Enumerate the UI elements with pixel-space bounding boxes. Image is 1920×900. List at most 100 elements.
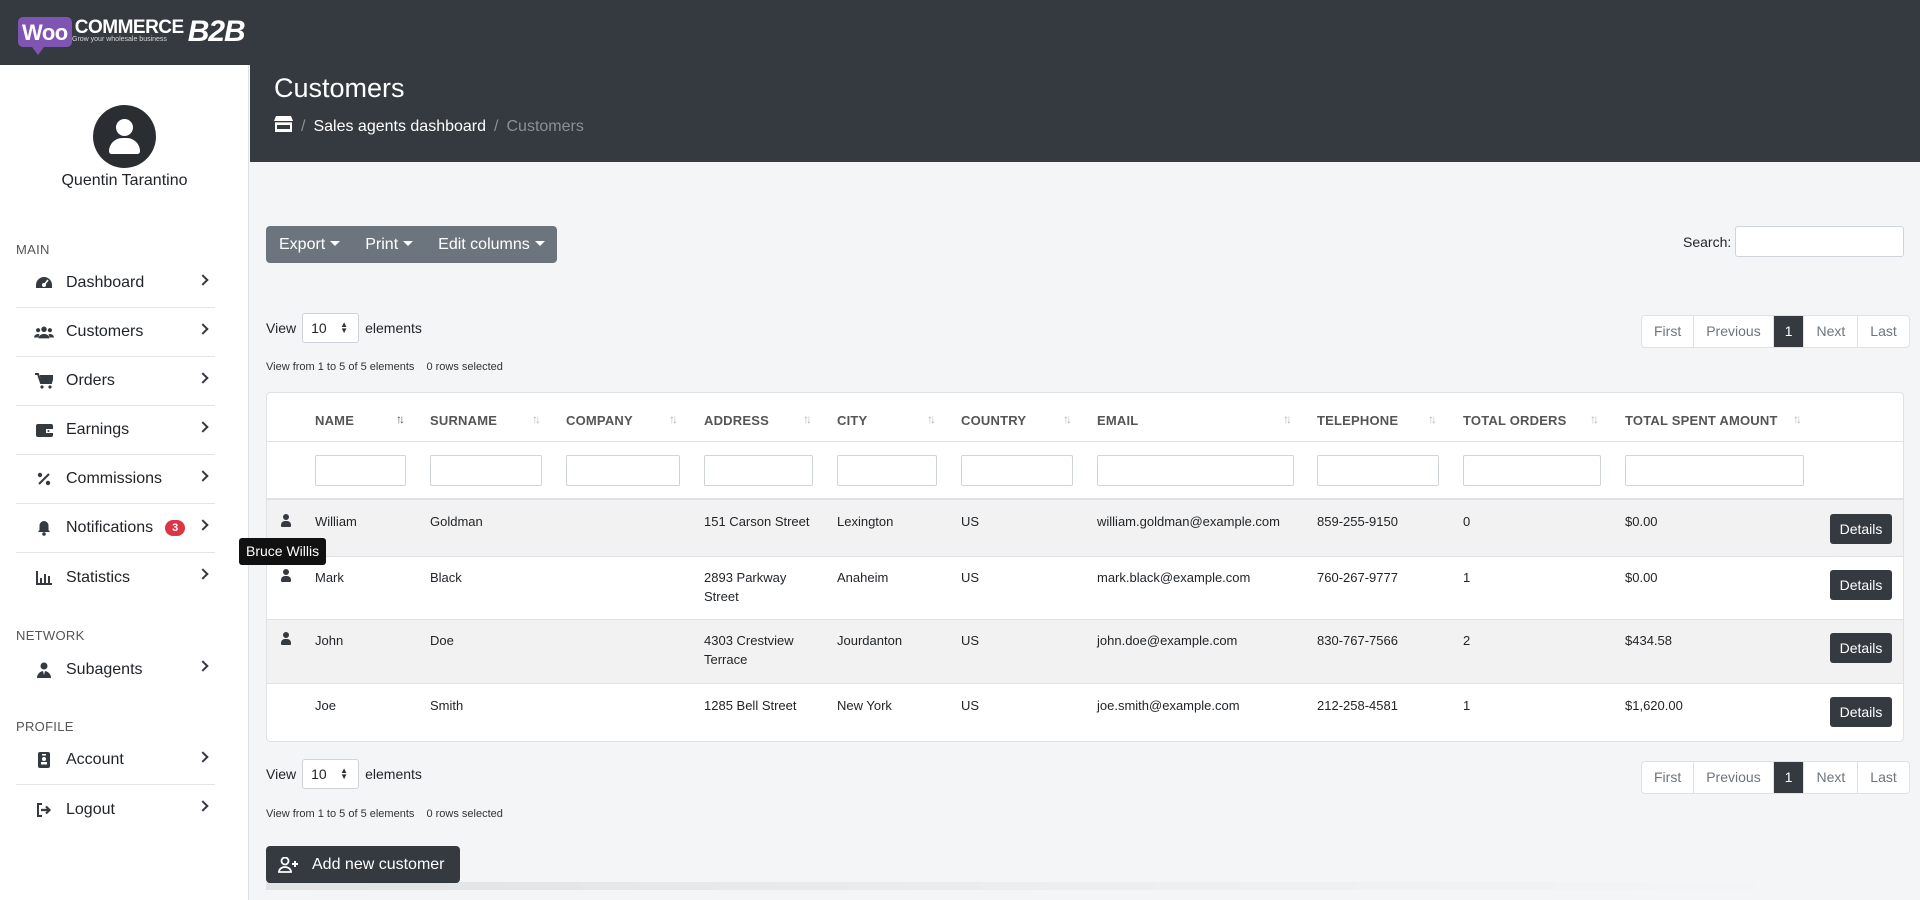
column-header-telephone[interactable]: TELEPHONE [1317,413,1398,428]
sidebar-item-label: Customers [66,323,144,340]
breadcrumb-sales-agents-dashboard[interactable]: Sales agents dashboard [313,118,486,136]
chevron-right-icon [197,800,209,812]
column-header-country[interactable]: COUNTRY [961,413,1026,428]
page-length-control-bottom: View 10 ▲ ▼ elements [266,759,422,789]
sort-icon[interactable]: ↑↓ [1428,412,1437,426]
pagination-last[interactable]: Last [1858,762,1908,793]
table-row[interactable]: John Doe 4303 Crestview Terrace Jourdanto… [267,620,1903,683]
column-header-surname[interactable]: SURNAME [430,413,497,428]
cell-total-orders: 1 [1463,570,1471,585]
address-line: 1285 Bell Street [704,698,797,713]
details-button[interactable]: Details [1830,697,1892,727]
sort-icon[interactable]: ↑↓ [927,412,936,426]
add-new-customer-label: Add new customer [312,855,445,873]
filter-input-name[interactable] [315,455,406,486]
sidebar-item-earnings[interactable]: Earnings [16,406,215,455]
print-dropdown-button[interactable]: Print [352,226,425,263]
filter-input-surname[interactable] [430,455,542,486]
pagination-last[interactable]: Last [1858,316,1908,347]
sidebar-item-notifications[interactable]: Notifications 3 [16,504,215,553]
pagination-next[interactable]: Next [1804,316,1859,347]
sort-icon[interactable]: ↑↓ [532,412,541,426]
user-icon[interactable] [280,514,292,528]
select-arrows-icon: ▲ ▼ [340,320,349,335]
page-length-value: 10 [311,320,327,336]
sort-desc-icon[interactable]: ↑↓ [396,412,405,426]
pagination-previous[interactable]: Previous [1694,316,1774,347]
search-input[interactable] [1735,226,1904,257]
sidebar-item-subagents[interactable]: Subagents [16,645,215,694]
pagination-next[interactable]: Next [1804,762,1859,793]
sort-icon[interactable]: ↑↓ [1063,412,1072,426]
sort-icon[interactable]: ↑↓ [669,412,678,426]
details-button[interactable]: Details [1830,570,1892,600]
table-info-text: View from 1 to 5 of 5 elements [266,808,415,820]
sidebar-item-customers[interactable]: Customers [16,308,215,357]
user-icon[interactable] [280,632,292,646]
column-header-company[interactable]: COMPANY [566,413,633,428]
woocommerce-b2b-logo[interactable]: Woo COMMERCE Grow your wholesale busines… [18,14,246,55]
sidebar-item-dashboard[interactable]: Dashboard [16,259,215,308]
sidebar: Quentin Tarantino MAIN Dashboard Custome… [0,65,249,900]
view-suffix: elements [365,320,422,336]
sidebar-item-logout[interactable]: Logout [16,785,215,834]
sidebar-item-label: Earnings [66,421,130,438]
filter-input-address[interactable] [704,455,813,486]
sort-icon[interactable]: ↑↓ [1590,412,1599,426]
cell-country: US [961,698,980,713]
column-header-name[interactable]: NAME [315,413,354,428]
details-button[interactable]: Details [1830,633,1892,663]
users-icon [34,325,54,339]
pagination-first[interactable]: First [1642,316,1695,347]
cell-country: US [961,570,980,585]
table-row[interactable]: Joe Smith 1285 Bell Street New York US j… [267,684,1903,740]
filter-input-company[interactable] [566,455,680,486]
filter-input-total-spent-amount[interactable] [1625,455,1804,486]
column-header-city[interactable]: CITY [837,413,867,428]
export-label: Export [279,236,326,253]
id-badge-icon [34,752,54,768]
address-line: 2893 Parkway [704,570,787,585]
cell-total-spent: $0.00 [1625,570,1658,585]
page-length-select[interactable]: 10 ▲ ▼ [302,759,360,789]
divider [267,441,1903,442]
table-row[interactable]: Mark Black 2893 Parkway Street Anaheim US… [267,557,1903,619]
logo-commerce: COMMERCE [74,17,184,38]
filter-input-country[interactable] [961,455,1073,486]
pagination-first[interactable]: First [1642,762,1695,793]
chevron-right-icon [197,568,209,580]
search-label: Search: [1683,234,1732,250]
notifications-count-badge: 3 [165,520,186,536]
column-header-email[interactable]: EMAIL [1097,413,1138,428]
filter-input-telephone[interactable] [1317,455,1439,486]
filter-input-total-orders[interactable] [1463,455,1601,486]
filter-input-city[interactable] [837,455,937,486]
sidebar-item-orders[interactable]: Orders [16,357,215,406]
cell-surname: Doe [430,633,454,648]
user-tie-icon [34,662,54,678]
column-header-total-spent-amount[interactable]: TOTAL SPENT AMOUNT [1625,413,1778,428]
sidebar-item-statistics[interactable]: Statistics [16,553,215,602]
sort-icon[interactable]: ↑↓ [803,412,812,426]
wallet-icon [34,423,54,437]
cart-icon [34,373,54,389]
user-icon[interactable] [280,569,292,583]
column-header-address[interactable]: ADDRESS [704,413,769,428]
export-dropdown-button[interactable]: Export [266,226,352,263]
filter-input-email[interactable] [1097,455,1294,486]
table-row[interactable]: William Goldman 151 Carson Street Lexing… [267,500,1903,556]
sort-icon[interactable]: ↑↓ [1283,412,1292,426]
table-info-top: View from 1 to 5 of 5 elements 0 rows se… [266,361,512,373]
sidebar-item-account[interactable]: Account [16,736,215,785]
column-header-total-orders[interactable]: TOTAL ORDERS [1463,413,1567,428]
pagination-previous[interactable]: Previous [1694,762,1774,793]
sort-icon[interactable]: ↑↓ [1793,412,1802,426]
sidebar-item-commissions[interactable]: Commissions [16,455,215,504]
edit-columns-dropdown-button[interactable]: Edit columns [425,226,557,263]
pagination-page-1[interactable]: 1 [1773,762,1805,793]
pagination-page-1[interactable]: 1 [1773,316,1805,347]
store-icon[interactable] [274,116,293,137]
details-button[interactable]: Details [1830,514,1892,544]
page-length-select[interactable]: 10 ▲ ▼ [302,313,360,343]
add-new-customer-button[interactable]: Add new customer [266,846,460,883]
